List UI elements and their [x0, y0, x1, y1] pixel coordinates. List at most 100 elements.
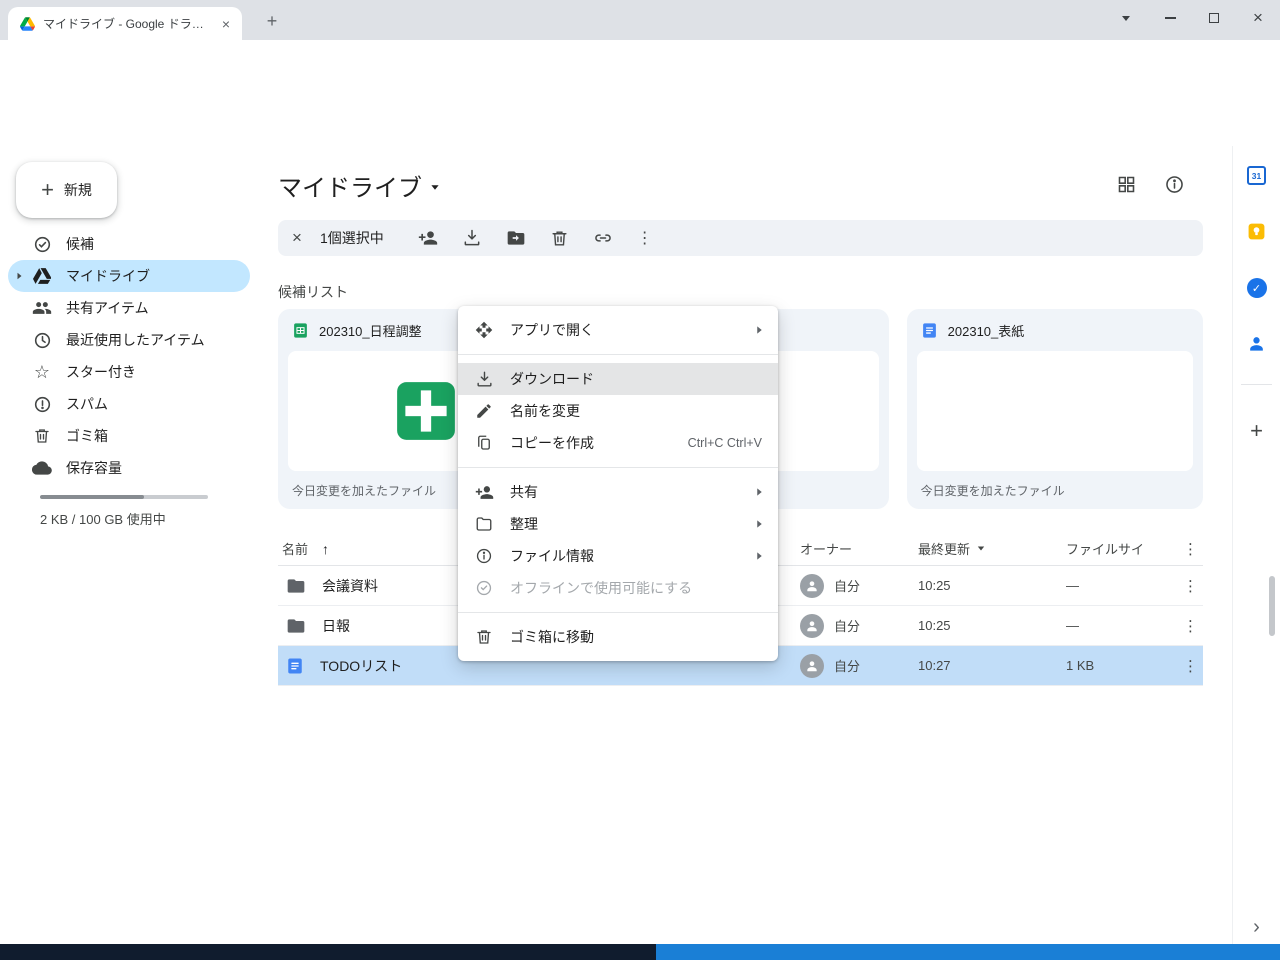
menu-item-organize[interactable]: 整理	[458, 508, 778, 540]
owner-avatar	[800, 614, 824, 638]
cloud-icon	[32, 458, 52, 478]
menu-divider	[458, 612, 778, 613]
sidebar-item-trash[interactable]: ゴミ箱	[8, 420, 250, 452]
sort-ascending-icon[interactable]: ↑	[322, 541, 329, 557]
storage-progress-bar	[40, 495, 208, 499]
tasks-app-icon[interactable]: ✓	[1233, 278, 1280, 298]
download-icon	[474, 370, 494, 389]
submenu-arrow-icon	[757, 326, 762, 333]
download-icon[interactable]	[462, 228, 482, 248]
menu-divider	[458, 354, 778, 355]
menu-item-label: ファイル情報	[510, 546, 594, 566]
copy-icon	[474, 434, 494, 452]
modified-time: 10:25	[918, 618, 1066, 633]
add-addon-button[interactable]: +	[1233, 418, 1280, 444]
alert-circle-icon	[32, 395, 52, 414]
column-dropdown-caret-icon[interactable]	[978, 547, 984, 551]
menu-item-share[interactable]: 共有	[458, 476, 778, 508]
clock-icon	[32, 331, 52, 350]
menu-item-label: オフラインで使用可能にする	[510, 578, 692, 598]
folder-icon	[286, 576, 306, 596]
menu-item-open-with-app[interactable]: アプリで開く	[458, 314, 778, 346]
taskbar-strip-left	[0, 944, 656, 960]
menu-item-make-copy[interactable]: コピーを作成 Ctrl+C Ctrl+V	[458, 427, 778, 459]
column-header-modified[interactable]: 最終更新	[918, 539, 970, 558]
keep-app-icon[interactable]	[1233, 222, 1280, 241]
file-name: TODOリスト	[320, 656, 402, 676]
title-dropdown-caret-icon[interactable]	[431, 185, 438, 190]
column-header-name[interactable]: 名前	[282, 539, 308, 558]
new-button[interactable]: + 新規	[16, 162, 117, 218]
menu-item-rename[interactable]: 名前を変更	[458, 395, 778, 427]
file-name: 日報	[322, 616, 350, 636]
sidebar-item-shared[interactable]: 共有アイテム	[8, 292, 250, 324]
folder-outline-icon	[474, 515, 494, 533]
menu-item-download[interactable]: ダウンロード	[458, 363, 778, 395]
expand-arrow-icon[interactable]	[18, 273, 22, 279]
layout-toggle-icon[interactable]	[1116, 174, 1137, 195]
sidebar-item-suggested[interactable]: 候補	[8, 228, 250, 260]
sidebar-item-label: 共有アイテム	[66, 298, 149, 318]
trash-icon	[32, 427, 52, 445]
submenu-arrow-icon	[757, 552, 762, 559]
move-to-folder-icon[interactable]	[506, 228, 526, 248]
owner-name: 自分	[834, 616, 860, 635]
context-menu: アプリで開く ダウンロード 名前を変更 コピーを作成 Ctrl+C Ctrl+V…	[458, 306, 778, 661]
sidebar-item-label: スパム	[66, 394, 108, 414]
file-size: —	[1066, 578, 1178, 593]
details-info-icon[interactable]	[1164, 174, 1185, 195]
sidebar-item-my-drive[interactable]: マイドライブ	[8, 260, 250, 292]
pencil-icon	[474, 402, 494, 420]
window-maximize-button[interactable]	[1192, 0, 1236, 36]
tab-close-icon[interactable]: ×	[218, 16, 234, 32]
menu-item-label: コピーを作成	[510, 433, 594, 453]
folder-icon	[286, 616, 306, 636]
browser-tab[interactable]: マイドライブ - Google ドライブ ×	[8, 7, 242, 40]
side-panel-divider	[1241, 384, 1272, 385]
copy-link-icon[interactable]	[593, 228, 613, 248]
sidebar-item-recent[interactable]: 最近使用したアイテム	[8, 324, 250, 356]
tab-search-chevron-icon[interactable]	[1104, 0, 1148, 36]
menu-item-file-info[interactable]: ファイル情報	[458, 540, 778, 572]
new-button-label: 新規	[64, 180, 92, 200]
sheets-file-icon	[292, 322, 309, 339]
table-options-kebab-icon[interactable]: ⋮	[1178, 540, 1203, 558]
trash-icon[interactable]	[550, 229, 569, 248]
menu-item-move-to-trash[interactable]: ゴミ箱に移動	[458, 621, 778, 653]
sidebar-item-starred[interactable]: ☆ スター付き	[8, 356, 250, 388]
row-actions-kebab-icon[interactable]: ⋮	[1178, 577, 1203, 595]
row-actions-kebab-icon[interactable]: ⋮	[1178, 617, 1203, 635]
collapse-panel-chevron-icon[interactable]: ›	[1233, 916, 1280, 939]
row-actions-kebab-icon[interactable]: ⋮	[1178, 657, 1203, 675]
contacts-app-icon[interactable]	[1233, 334, 1280, 353]
submenu-arrow-icon	[757, 488, 762, 495]
window-minimize-button[interactable]	[1148, 0, 1192, 36]
sidebar-item-storage[interactable]: 保存容量	[8, 452, 250, 484]
more-actions-kebab-icon[interactable]: ⋮	[637, 228, 653, 248]
calendar-app-icon[interactable]: 31	[1233, 166, 1280, 185]
menu-item-label: ダウンロード	[510, 369, 594, 389]
column-header-owner[interactable]: オーナー	[800, 539, 918, 558]
owner-avatar	[800, 574, 824, 598]
info-icon	[474, 547, 494, 565]
people-icon	[32, 298, 52, 318]
clear-selection-icon[interactable]: ×	[292, 228, 312, 248]
page-title[interactable]: マイドライブ	[278, 168, 439, 203]
new-tab-button[interactable]: +	[260, 9, 284, 33]
sheets-preview-icon	[393, 378, 459, 444]
scrollbar-thumb[interactable]	[1269, 576, 1275, 636]
file-name: 会議資料	[322, 576, 378, 596]
docs-file-icon	[921, 322, 938, 339]
sidebar-item-label: ゴミ箱	[66, 426, 108, 446]
column-header-size[interactable]: ファイルサイ	[1066, 539, 1178, 558]
share-person-add-icon[interactable]	[418, 228, 438, 248]
menu-item-label: 名前を変更	[510, 401, 580, 421]
storage-usage-text: 2 KB / 100 GB 使用中	[40, 509, 166, 528]
window-close-button[interactable]: ×	[1236, 0, 1280, 36]
menu-divider	[458, 467, 778, 468]
suggestions-label: 候補リスト	[278, 282, 348, 302]
open-with-icon	[474, 321, 494, 339]
drive-header: ドライブ ドライブで検索 ? ⚙ ECCS Cloud Mail U	[0, 88, 1280, 146]
suggestion-card[interactable]: 202310_表紙 今日変更を加えたファイル	[907, 309, 1203, 509]
sidebar-item-spam[interactable]: スパム	[8, 388, 250, 420]
